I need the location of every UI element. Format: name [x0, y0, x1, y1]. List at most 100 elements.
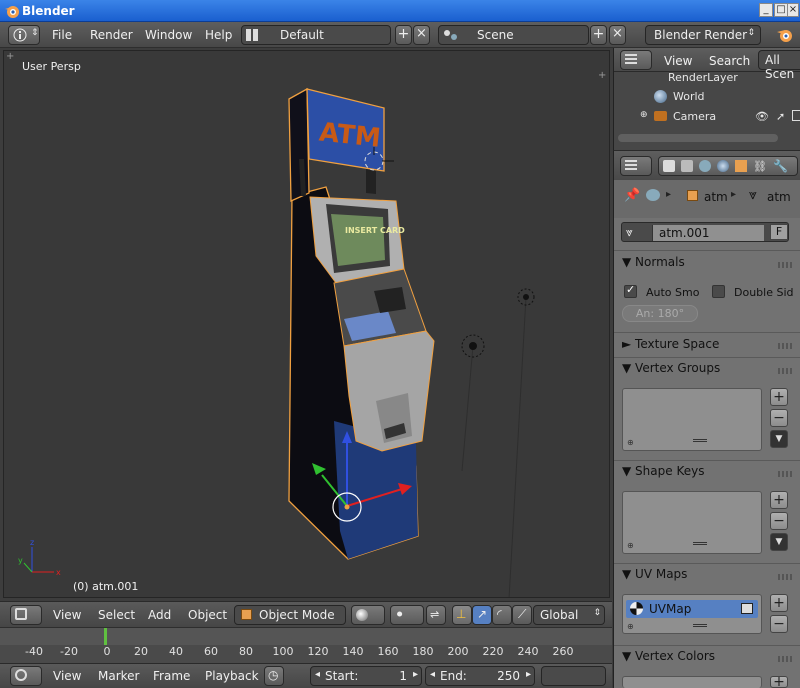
add-layout-button[interactable]: + — [395, 25, 412, 45]
preview-range-toggle[interactable]: ◷ — [264, 666, 284, 686]
menu-view[interactable]: View — [664, 54, 692, 68]
outliner-item-world[interactable]: World — [654, 90, 705, 103]
mode-selector[interactable]: Object Mode — [234, 605, 346, 625]
panel-shape-keys[interactable]: ▼ Shape Keys — [622, 464, 704, 478]
uv-map-item[interactable]: UVMap — [626, 600, 758, 618]
eye-icon[interactable]: 👁 — [755, 110, 769, 123]
fake-user-button[interactable]: F — [770, 224, 788, 240]
translate-button[interactable]: ↗ — [472, 605, 492, 625]
auto-smooth-checkbox[interactable]: ✓ — [624, 283, 637, 298]
drag-handle[interactable] — [778, 656, 792, 662]
timeline-ruler[interactable]: -40 -20 0 20 40 60 80 100 120 140 160 18… — [0, 627, 612, 663]
drag-handle[interactable] — [778, 574, 792, 580]
remove-shape-key-button[interactable]: − — [770, 512, 788, 530]
render-icon[interactable] — [792, 110, 800, 121]
mesh-datablock[interactable]: ⩔ atm.001 F — [621, 222, 789, 242]
manipulator-button[interactable]: ⊥ — [452, 605, 472, 625]
outliner-item-renderlayer[interactable]: RenderLayer — [654, 71, 738, 84]
modifier-tab-icon[interactable]: 🔧 — [773, 159, 788, 173]
current-frame-marker[interactable] — [104, 628, 107, 645]
editor-type-button[interactable] — [10, 666, 42, 686]
minimize-button[interactable]: _ — [759, 3, 773, 17]
start-frame-field[interactable]: ◂ Start: 1 ▸ — [310, 666, 422, 686]
outliner[interactable]: View Search All Scen RenderLayer World ⊕… — [613, 48, 800, 150]
add-shape-key-button[interactable]: + — [770, 491, 788, 509]
layout-selector[interactable]: Default — [241, 25, 391, 45]
menu-help[interactable]: Help — [205, 28, 232, 42]
panel-vertex-groups[interactable]: ▼ Vertex Groups — [622, 361, 720, 375]
resize-icon[interactable]: ⊕ — [627, 622, 634, 631]
menu-object[interactable]: Object — [188, 608, 227, 622]
drag-handle[interactable] — [778, 368, 792, 374]
shape-key-specials-button[interactable]: ▼ — [770, 533, 788, 551]
close-button[interactable]: × — [787, 3, 799, 17]
vertex-group-specials-button[interactable]: ▼ — [770, 430, 788, 448]
resize-icon[interactable]: ⊕ — [627, 541, 634, 550]
menu-window[interactable]: Window — [145, 28, 192, 42]
remove-scene-button[interactable]: × — [609, 25, 626, 45]
menu-playback[interactable]: Playback — [205, 669, 259, 683]
list-resize-handle[interactable] — [693, 624, 707, 627]
maximize-button[interactable]: □ — [774, 3, 788, 17]
menu-view[interactable]: View — [53, 669, 81, 683]
menu-file[interactable]: File — [52, 28, 72, 42]
panel-vertex-colors[interactable]: ▼ Vertex Colors — [622, 649, 715, 663]
3d-viewport[interactable]: User Persp (0) atm.001 + + ATM INSERT CA… — [3, 50, 610, 598]
double-sided-checkbox[interactable] — [712, 285, 725, 298]
layers-tab-icon[interactable] — [681, 160, 693, 172]
panel-uv-maps[interactable]: ▼ UV Maps — [622, 567, 687, 581]
resize-icon[interactable]: ⊕ — [627, 438, 634, 447]
menu-search[interactable]: Search — [709, 54, 750, 68]
outliner-item-camera[interactable]: ⊕ Camera 👁 ➚ — [640, 110, 800, 123]
panel-normals[interactable]: ▼ Normals — [622, 255, 685, 269]
render-tab-icon[interactable] — [663, 160, 675, 172]
add-scene-button[interactable]: + — [590, 25, 607, 45]
vertex-colors-list[interactable] — [622, 676, 762, 688]
panel-texture-space[interactable]: ► Texture Space — [622, 337, 719, 351]
menu-render[interactable]: Render — [90, 28, 133, 42]
render-engine-selector[interactable]: Blender Render ⇕ — [645, 25, 761, 45]
drag-handle[interactable] — [778, 471, 792, 477]
list-resize-handle[interactable] — [693, 439, 707, 442]
atm-object[interactable]: ATM INSERT CARD — [288, 87, 435, 560]
constraint-tab-icon[interactable]: ⛓ — [753, 160, 767, 173]
current-frame-field[interactable] — [541, 666, 606, 686]
manipulator-toggle[interactable]: ⇌ — [426, 605, 446, 625]
menu-select[interactable]: Select — [98, 608, 135, 622]
scale-button[interactable]: ⟋ — [512, 605, 532, 625]
shading-selector[interactable] — [351, 605, 385, 625]
object-tab-icon[interactable] — [735, 160, 747, 172]
add-vertex-color-button[interactable]: + — [770, 675, 788, 688]
remove-layout-button[interactable]: × — [413, 25, 430, 45]
uv-maps-list[interactable]: UVMap ⊕ — [622, 594, 762, 634]
pivot-selector[interactable]: ⚫ — [390, 605, 424, 625]
end-frame-field[interactable]: ◂ End: 250 ▸ — [425, 666, 535, 686]
drag-handle[interactable] — [778, 262, 792, 268]
rotate-button[interactable]: ◜ — [492, 605, 512, 625]
expand-icon[interactable]: ⊕ — [640, 110, 648, 120]
editor-type-button[interactable] — [620, 50, 652, 70]
world-tab-icon[interactable] — [717, 160, 729, 172]
menu-view[interactable]: View — [53, 608, 81, 622]
editor-type-button[interactable]: ⇕ — [8, 25, 40, 45]
outliner-scrollbar[interactable] — [618, 134, 778, 142]
vertex-groups-list[interactable]: ⊕ — [622, 388, 762, 451]
add-vertex-group-button[interactable]: + — [770, 388, 788, 406]
smooth-angle-field[interactable]: An: 180° — [622, 305, 698, 322]
add-uv-map-button[interactable]: + — [770, 594, 788, 612]
scene-selector[interactable]: Scene — [438, 25, 589, 45]
menu-marker[interactable]: Marker — [98, 669, 139, 683]
shape-keys-list[interactable]: ⊕ — [622, 491, 762, 554]
display-filter[interactable]: All Scen — [758, 50, 800, 81]
editor-type-button[interactable] — [10, 605, 42, 625]
remove-vertex-group-button[interactable]: − — [770, 409, 788, 427]
orientation-selector[interactable]: Global ⇕ — [533, 605, 605, 625]
mesh-name-field[interactable]: atm.001 — [659, 226, 709, 240]
camera-icon[interactable] — [741, 603, 753, 614]
cursor-icon[interactable]: ➚ — [776, 110, 785, 123]
context-tabs[interactable]: ⛓ 🔧 — [658, 156, 798, 176]
menu-add[interactable]: Add — [148, 608, 171, 622]
drag-handle[interactable] — [778, 343, 792, 349]
menu-frame[interactable]: Frame — [153, 669, 190, 683]
pin-icon[interactable]: 📌 — [624, 188, 640, 203]
